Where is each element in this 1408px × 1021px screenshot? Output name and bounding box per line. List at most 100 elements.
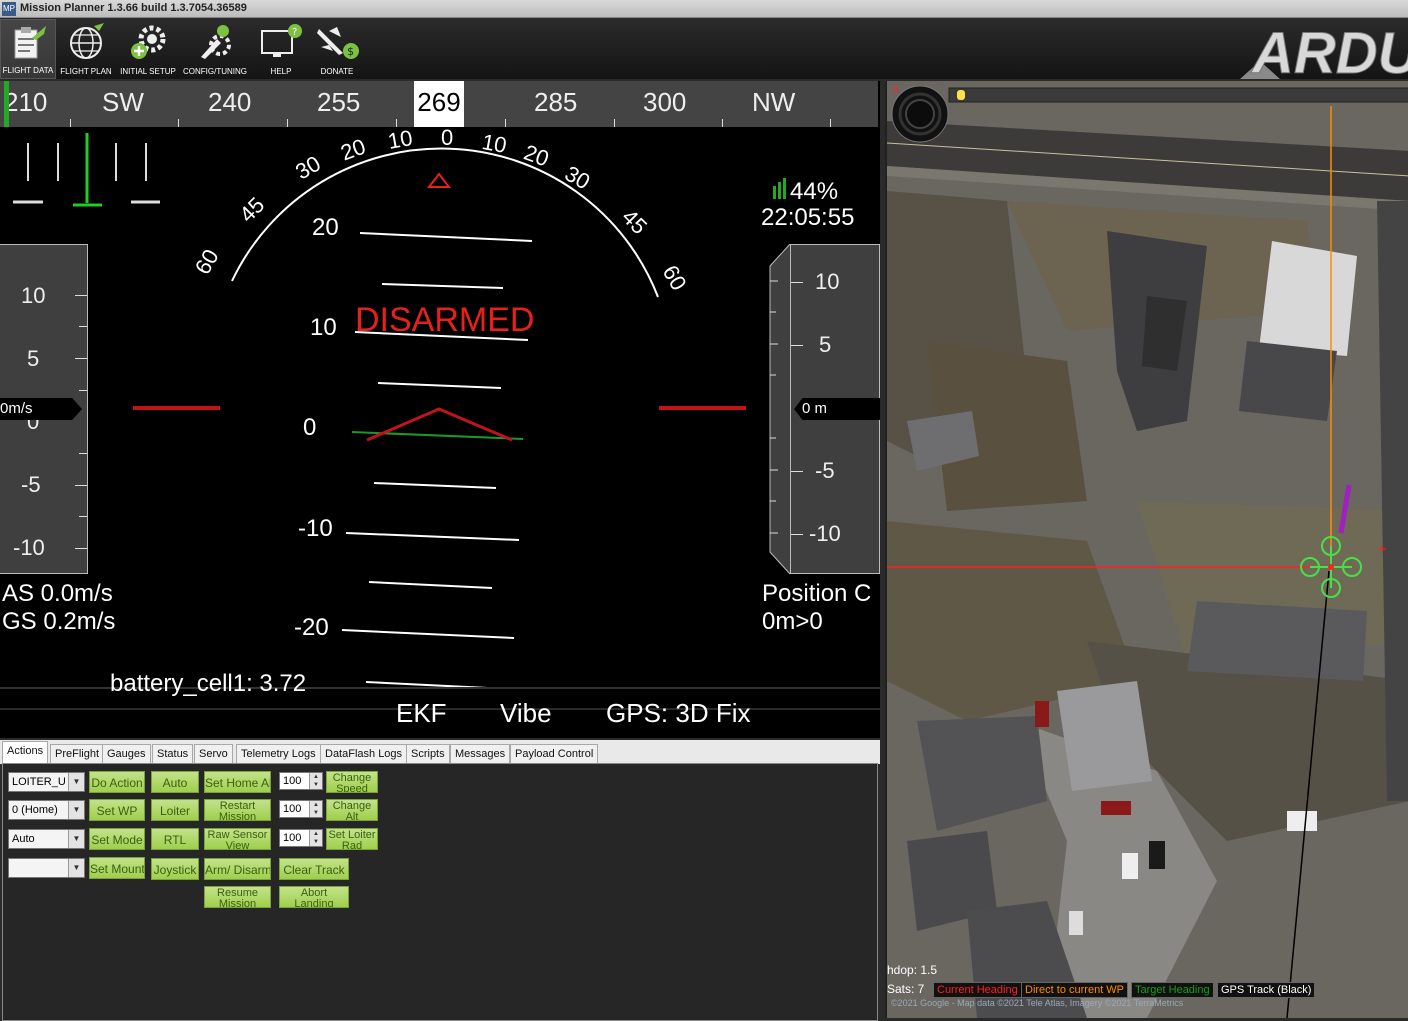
restart-mission-button[interactable]: Restart Mission xyxy=(204,799,271,821)
alt-tape-scale xyxy=(769,244,791,575)
resume-mission-button[interactable]: Resume Mission xyxy=(204,886,271,908)
altitude-current: 0 m xyxy=(802,400,828,417)
flight-mode-text: Position C xyxy=(762,580,872,607)
do-action-button[interactable]: Do Action xyxy=(89,771,145,793)
chevron-down-icon[interactable]: ▼ xyxy=(68,859,84,877)
tab-actions[interactable]: Actions xyxy=(2,741,49,764)
change-speed-button[interactable]: Change Speed xyxy=(326,771,378,793)
speed-current: 0m/s xyxy=(0,400,33,417)
initial-setup-label: INITIAL SETUP xyxy=(120,67,176,76)
clear-track-button[interactable]: Clear Track xyxy=(279,858,349,880)
title-bar: MP Mission Planner 1.3.66 build 1.3.7054… xyxy=(0,0,1408,18)
tab-dataflash-logs[interactable]: DataFlash Logs xyxy=(320,744,408,764)
altitude-readout: 0 m xyxy=(794,398,880,420)
mission-mode-value: LOITER_U xyxy=(12,776,66,788)
map-imagery: + xyxy=(887,81,1408,1018)
rtl-button[interactable]: RTL xyxy=(151,828,199,850)
tab-servo[interactable]: Servo xyxy=(194,744,233,764)
speed-tape-tick xyxy=(79,453,87,454)
loiter-button[interactable]: Loiter xyxy=(151,799,199,821)
raw-sensor-view-button[interactable]: Raw Sensor View xyxy=(204,828,271,850)
set-mode-button[interactable]: Set Mode xyxy=(89,828,145,850)
window-title: Mission Planner 1.3.66 build 1.3.7054.36… xyxy=(20,2,247,14)
ardupilot-logo: ARDU xyxy=(1240,21,1408,79)
mission-mode-select[interactable]: LOITER_U ▼ xyxy=(8,772,85,792)
stepper-arrows-icon[interactable]: ▲ ▼ xyxy=(309,801,322,817)
waypoint-select[interactable]: 0 (Home) ▼ xyxy=(8,800,85,820)
speed-tape-tick xyxy=(75,358,87,359)
speed-readout: 0m/s xyxy=(0,398,82,420)
hdop-text: hdop: 1.5 xyxy=(887,963,938,977)
speed-tape-tick xyxy=(75,548,87,549)
alt-tape-label: 10 xyxy=(815,269,840,294)
chevron-down-icon[interactable]: ▼ xyxy=(68,773,84,791)
alt-tape-tick xyxy=(791,345,803,346)
armed-status: DISARMED xyxy=(355,301,535,339)
change-alt-button[interactable]: Change Alt xyxy=(326,799,378,821)
roll-label: 10 xyxy=(480,129,509,158)
speed-tape-tick xyxy=(79,326,87,327)
clipboard-plane-icon xyxy=(14,26,46,59)
flight-plan-label: FLIGHT PLAN xyxy=(60,67,112,76)
joystick-button[interactable]: Joystick xyxy=(151,858,199,880)
ekf-status[interactable]: EKF xyxy=(396,698,447,729)
speed-stepper[interactable]: 100 ▲ ▼ xyxy=(279,772,323,790)
speed-tape-tick xyxy=(75,485,87,486)
stepper-arrows-icon[interactable]: ▲ ▼ xyxy=(309,830,322,846)
svg-text:$: $ xyxy=(347,45,354,58)
mount-mode-select[interactable]: ▼ xyxy=(8,858,85,878)
vibe-status[interactable]: Vibe xyxy=(500,698,552,729)
tab-payload-control[interactable]: Payload Control xyxy=(510,744,599,764)
map-control-icon[interactable] xyxy=(889,83,951,145)
roll-label: 0 xyxy=(441,125,454,150)
tab-status[interactable]: Status xyxy=(152,744,194,764)
tab-telemetry-logs[interactable]: Telemetry Logs xyxy=(236,744,321,764)
tab-scripts[interactable]: Scripts xyxy=(406,744,450,764)
legend-direct-wp: Direct to current WP xyxy=(1021,982,1129,998)
flight-data-button[interactable]: FLIGHT DATA xyxy=(0,19,56,79)
tab-preflight[interactable]: PreFlight xyxy=(50,744,105,764)
pitch-label: 0 xyxy=(303,414,317,441)
config-tuning-label: CONFIG/TUNING xyxy=(183,67,247,76)
airspeed-text: AS 0.0m/s xyxy=(2,580,113,607)
flight-plan-button[interactable]: FLIGHT PLAN xyxy=(58,19,114,79)
alt-tape-label: -10 xyxy=(809,521,841,546)
speed-tape-tick xyxy=(79,390,87,391)
tab-gauges[interactable]: Gauges xyxy=(102,744,151,764)
config-tuning-button[interactable]: CONFIG/TUNING xyxy=(182,19,248,79)
speed-tape-label: -5 xyxy=(21,472,41,497)
main-toolbar: FLIGHT DATA FLIGHT PLAN INITIAL SETUP CO… xyxy=(0,19,1408,79)
chevron-down-icon[interactable]: ▼ xyxy=(68,830,84,848)
auto-button[interactable]: Auto xyxy=(151,771,199,793)
altitude-stepper[interactable]: 100 ▲ ▼ xyxy=(279,800,323,818)
flight-mode-select[interactable]: Auto ▼ xyxy=(8,829,85,849)
svg-text:+: + xyxy=(1377,542,1387,556)
monitor-question-icon: ? xyxy=(261,24,302,57)
hud-panel[interactable]: 210 SW 240 255 285 300 NW 269 60 45 30 2… xyxy=(0,81,880,738)
flight-mode-value: Auto xyxy=(12,833,35,845)
legend-current-heading: Current Heading xyxy=(933,982,1022,998)
satellite-map[interactable]: + 0 hdop: 1.5 Sats: 7 ©2021 Google - Map… xyxy=(885,81,1408,1018)
abort-landing-button[interactable]: Abort Landing xyxy=(279,886,349,908)
alt-tape-tick xyxy=(791,282,803,283)
pitch-label: 20 xyxy=(312,214,339,241)
legend-gps-track: GPS Track (Black) xyxy=(1217,982,1316,998)
logo-text: ARDU xyxy=(1250,21,1408,79)
alt-tape-tick xyxy=(791,534,803,535)
stepper-arrows-icon[interactable]: ▲ ▼ xyxy=(309,773,322,789)
loiter-radius-stepper[interactable]: 100 ▲ ▼ xyxy=(279,829,323,847)
groundspeed-text: GS 0.2m/s xyxy=(2,608,116,635)
tab-messages[interactable]: Messages xyxy=(450,744,511,764)
chevron-down-icon[interactable]: ▼ xyxy=(68,801,84,819)
app-icon: MP xyxy=(2,2,16,16)
arm-disarm-button[interactable]: Arm/ Disarm xyxy=(204,858,271,880)
set-home-alt-button[interactable]: Set Home Alt xyxy=(204,771,271,793)
plane-dollar-icon: $ xyxy=(317,27,359,59)
speed-tape-label: 10 xyxy=(21,283,46,308)
set-loiter-rad-button[interactable]: Set Loiter Rad xyxy=(326,828,378,850)
set-wp-button[interactable]: Set WP xyxy=(89,799,145,821)
set-mount-button[interactable]: Set Mount xyxy=(89,857,145,879)
initial-setup-button[interactable]: INITIAL SETUP xyxy=(118,19,178,79)
help-button[interactable]: ? HELP xyxy=(254,19,308,79)
donate-button[interactable]: $ DONATE xyxy=(312,19,362,79)
